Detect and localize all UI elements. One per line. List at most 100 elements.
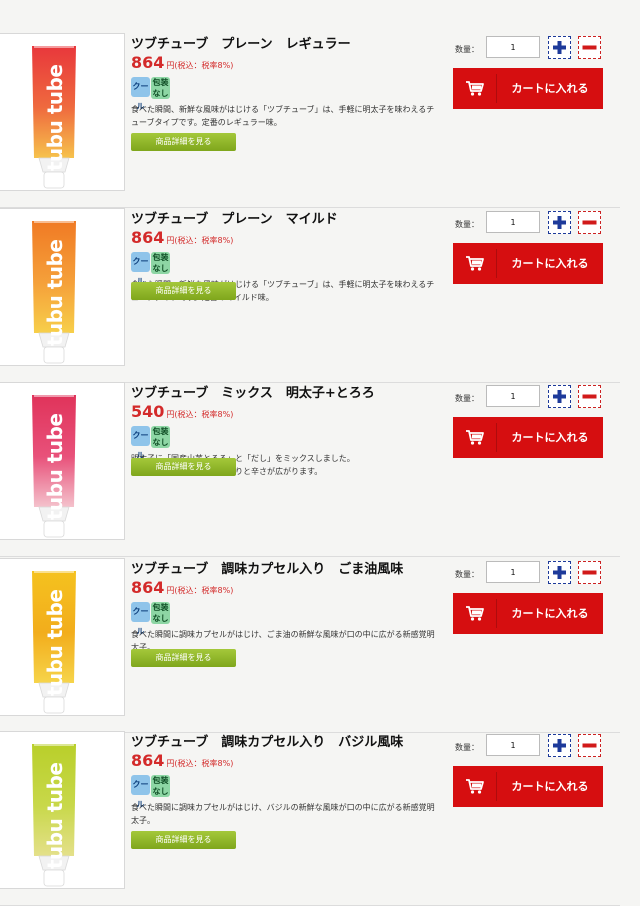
price-value: 864	[131, 751, 165, 770]
product-title[interactable]: ツブチューブ 調味カプセル入り ごま油風味	[131, 558, 403, 577]
plus-icon	[553, 41, 566, 54]
tax-note: 円(税込：税率8%)	[166, 61, 234, 70]
cart-button-label: カートに入れる	[511, 257, 589, 270]
price-row: 540 円(税込：税率8%)	[131, 402, 233, 421]
quantity-label: 数量：	[455, 394, 479, 403]
quantity-label: 数量：	[455, 45, 479, 54]
product-description: 食べた瞬間、新鮮な風味がはじける「ツブチューブ」は、手軽に明太子を味わえるチュー…	[131, 105, 435, 127]
cool-badge: クール	[131, 426, 150, 460]
cool-badge: クール	[131, 775, 150, 809]
product-image[interactable]: tubu tube	[0, 731, 125, 889]
tube-brand-text: tubu tube	[43, 239, 67, 347]
quantity-increase-button[interactable]	[548, 211, 571, 234]
product-title[interactable]: ツブチューブ プレーン レギュラー	[131, 33, 351, 52]
no-wrapping-badge: 包装 なし	[151, 77, 170, 99]
badge-group: クール包装 なし	[131, 252, 171, 286]
product-image[interactable]: tubu tube	[0, 382, 125, 540]
detail-button[interactable]: 商品詳細を見る	[131, 458, 236, 476]
quantity-decrease-button[interactable]	[578, 211, 601, 234]
minus-icon	[582, 743, 597, 748]
cart-icon	[466, 779, 484, 794]
quantity-increase-button[interactable]	[548, 561, 571, 584]
cart-button-label: カートに入れる	[511, 607, 589, 620]
product-row: tubu tube ツブチューブ 調味カプセル入り バジル風味 864 円(税込：…	[0, 731, 620, 906]
price-row: 864 円(税込：税率8%)	[131, 53, 233, 72]
detail-button[interactable]: 商品詳細を見る	[131, 282, 236, 300]
tube-brand-text: tubu tube	[43, 589, 67, 697]
product-title[interactable]: ツブチューブ ミックス 明太子+とろろ	[131, 382, 375, 401]
quantity-label: 数量：	[455, 570, 479, 579]
badge-group: クール包装 なし	[131, 77, 171, 111]
tax-note: 円(税込：税率8%)	[166, 236, 234, 245]
plus-icon	[553, 390, 566, 403]
product-row: tubu tube ツブチューブ 調味カプセル入り ごま油風味 864 円(税込：…	[0, 558, 620, 733]
add-to-cart-button[interactable]: カートに入れる	[453, 766, 603, 807]
quantity-input[interactable]	[486, 211, 540, 233]
minus-icon	[582, 45, 597, 50]
plus-icon	[553, 566, 566, 579]
product-title[interactable]: ツブチューブ プレーン マイルド	[131, 208, 338, 227]
quantity-input[interactable]	[486, 734, 540, 756]
cart-button-label: カートに入れる	[511, 431, 589, 444]
product-row: tubu tube ツブチューブ プレーン レギュラー 864 円(税込：税率8%…	[0, 33, 620, 208]
no-wrapping-badge: 包装 なし	[151, 602, 170, 624]
quantity-increase-button[interactable]	[548, 385, 571, 408]
detail-button[interactable]: 商品詳細を見る	[131, 649, 236, 667]
cart-icon	[466, 430, 484, 445]
product-image[interactable]: tubu tube	[0, 558, 125, 716]
tube-brand-text: tubu tube	[43, 64, 67, 172]
tax-note: 円(税込：税率8%)	[166, 759, 234, 768]
cart-icon	[466, 606, 484, 621]
cool-badge: クール	[131, 252, 150, 286]
tax-note: 円(税込：税率8%)	[166, 586, 234, 595]
minus-icon	[582, 570, 597, 575]
add-to-cart-button[interactable]: カートに入れる	[453, 417, 603, 458]
quantity-decrease-button[interactable]	[578, 734, 601, 757]
quantity-input[interactable]	[486, 385, 540, 407]
detail-button[interactable]: 商品詳細を見る	[131, 133, 236, 151]
product-description: 食べた瞬間に調味カプセルがはじけ、バジルの新鮮な風味が口の中に広がる新感覚明太子…	[131, 803, 435, 825]
price-row: 864 円(税込：税率8%)	[131, 751, 233, 770]
quantity-decrease-button[interactable]	[578, 561, 601, 584]
price-value: 864	[131, 578, 165, 597]
no-wrapping-badge: 包装 なし	[151, 252, 170, 274]
quantity-increase-button[interactable]	[548, 36, 571, 59]
quantity-input[interactable]	[486, 561, 540, 583]
badge-group: クール包装 なし	[131, 426, 171, 460]
quantity-label: 数量：	[455, 220, 479, 229]
price-value: 864	[131, 228, 165, 247]
cart-icon	[466, 81, 484, 96]
add-to-cart-button[interactable]: カートに入れる	[453, 593, 603, 634]
quantity-increase-button[interactable]	[548, 734, 571, 757]
product-image[interactable]: tubu tube	[0, 208, 125, 366]
tube-brand-text: tubu tube	[43, 762, 67, 870]
quantity-decrease-button[interactable]	[578, 385, 601, 408]
price-value: 540	[131, 402, 165, 421]
price-row: 864 円(税込：税率8%)	[131, 578, 233, 597]
product-row: tubu tube ツブチューブ ミックス 明太子+とろろ 540 円(税込：税率…	[0, 382, 620, 557]
minus-icon	[582, 394, 597, 399]
quantity-input[interactable]	[486, 36, 540, 58]
add-to-cart-button[interactable]: カートに入れる	[453, 243, 603, 284]
quantity-label: 数量：	[455, 743, 479, 752]
detail-button[interactable]: 商品詳細を見る	[131, 831, 236, 849]
cart-button-label: カートに入れる	[511, 780, 589, 793]
no-wrapping-badge: 包装 なし	[151, 426, 170, 448]
plus-icon	[553, 739, 566, 752]
product-image[interactable]: tubu tube	[0, 33, 125, 191]
minus-icon	[582, 220, 597, 225]
badge-group: クール包装 なし	[131, 602, 171, 636]
price-row: 864 円(税込：税率8%)	[131, 228, 233, 247]
cool-badge: クール	[131, 77, 150, 111]
no-wrapping-badge: 包装 なし	[151, 775, 170, 797]
cart-button-label: カートに入れる	[511, 82, 589, 95]
tube-brand-text: tubu tube	[43, 413, 67, 521]
quantity-decrease-button[interactable]	[578, 36, 601, 59]
product-row: tubu tube ツブチューブ プレーン マイルド 864 円(税込：税率8%)…	[0, 208, 620, 383]
cart-icon	[466, 256, 484, 271]
product-title[interactable]: ツブチューブ 調味カプセル入り バジル風味	[131, 731, 403, 750]
plus-icon	[553, 216, 566, 229]
tax-note: 円(税込：税率8%)	[166, 410, 234, 419]
cool-badge: クール	[131, 602, 150, 636]
add-to-cart-button[interactable]: カートに入れる	[453, 68, 603, 109]
